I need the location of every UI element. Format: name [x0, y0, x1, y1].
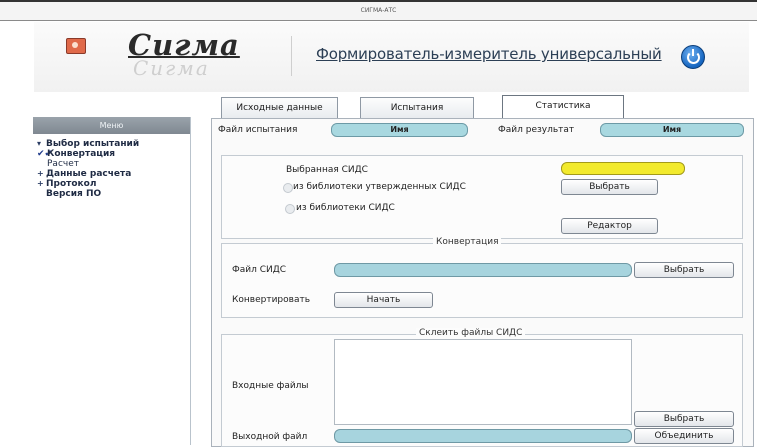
convert-label: Конвертировать	[232, 295, 311, 305]
app-title: Формирователь-измеритель универсальный	[316, 45, 662, 63]
conversion-group	[221, 243, 743, 318]
sidebar-item-calculation-data[interactable]: + Данные расчета	[37, 169, 190, 179]
input-files-list[interactable]	[334, 339, 632, 425]
titlebar-border	[0, 0, 757, 2]
sidebar-item-label: Протокол	[46, 179, 97, 189]
merge-button[interactable]: Объединить	[634, 428, 734, 444]
conversion-legend: Конвертация	[433, 237, 502, 247]
result-file-label: Файл результат	[498, 125, 575, 135]
sidebar-item-label: Версия ПО	[46, 189, 102, 199]
approved-library-label: из библиотеки утвержденных СИДС	[293, 182, 466, 192]
library-label: из библиотеки СИДС	[296, 203, 395, 213]
sids-file-field[interactable]	[334, 263, 632, 277]
test-file-label: Файл испытания	[218, 125, 298, 135]
window-titlebar: СИГМА-АТС	[0, 0, 757, 21]
expand-icon[interactable]: +	[37, 169, 46, 179]
window-title: СИГМА-АТС	[360, 7, 397, 14]
start-button[interactable]: Начать	[334, 292, 433, 308]
sidebar-item-label: Данные расчета	[46, 169, 132, 179]
result-file-field[interactable]: Имя	[600, 123, 744, 137]
selected-sids-field[interactable]	[561, 162, 685, 175]
sidebar-item-label: Конвертация	[47, 149, 116, 159]
expand-icon[interactable]: ▾	[37, 139, 46, 149]
sidebar-tree: ▾ Выбор испытаний ✔✔ Конвертация Расчет …	[33, 134, 190, 199]
sidebar: Меню ▾ Выбор испытаний ✔✔ Конвертация Ра…	[33, 117, 191, 445]
sidebar-menu-header: Меню	[33, 117, 190, 134]
selected-sids-label: Выбранная СИДС	[286, 165, 368, 175]
input-files-label: Входные файлы	[232, 381, 309, 391]
header-divider	[291, 36, 292, 76]
approved-library-radio[interactable]	[283, 183, 293, 193]
output-file-field[interactable]	[334, 429, 632, 443]
checkmark-icon: ✔✔	[37, 149, 53, 159]
power-icon[interactable]	[681, 45, 705, 69]
tab-tests[interactable]: Испытания	[360, 97, 474, 118]
library-radio[interactable]	[285, 204, 295, 214]
sidebar-item-label: Расчет	[47, 159, 79, 169]
tab-source-data[interactable]: Исходные данные	[221, 97, 338, 118]
expand-icon[interactable]: +	[37, 179, 46, 189]
conversion-choose-button[interactable]: Выбрать	[634, 262, 734, 278]
sidebar-item-conversion[interactable]: ✔✔ Конвертация	[37, 149, 190, 159]
sids-file-label: Файл СИДС	[232, 265, 287, 275]
logo-reflection: Сигма	[133, 56, 210, 80]
sids-choose-button[interactable]: Выбрать	[561, 179, 658, 195]
app-close-icon[interactable]	[66, 38, 86, 54]
sidebar-item-software-version[interactable]: Версия ПО	[37, 189, 190, 199]
sidebar-item-label: Выбор испытаний	[46, 139, 140, 149]
editor-button[interactable]: Редактор	[561, 218, 658, 234]
sidebar-item-protocol[interactable]: + Протокол	[37, 179, 190, 189]
test-file-field[interactable]: Имя	[331, 123, 468, 137]
sidebar-item-test-selection[interactable]: ▾ Выбор испытаний	[37, 139, 190, 149]
tab-statistics[interactable]: Статистика	[502, 95, 624, 118]
merge-choose-button[interactable]: Выбрать	[634, 411, 734, 427]
output-file-label: Выходной файл	[232, 432, 308, 442]
merge-legend: Склеить файлы СИДС	[416, 328, 526, 338]
sidebar-item-calculation[interactable]: Расчет	[37, 159, 190, 169]
